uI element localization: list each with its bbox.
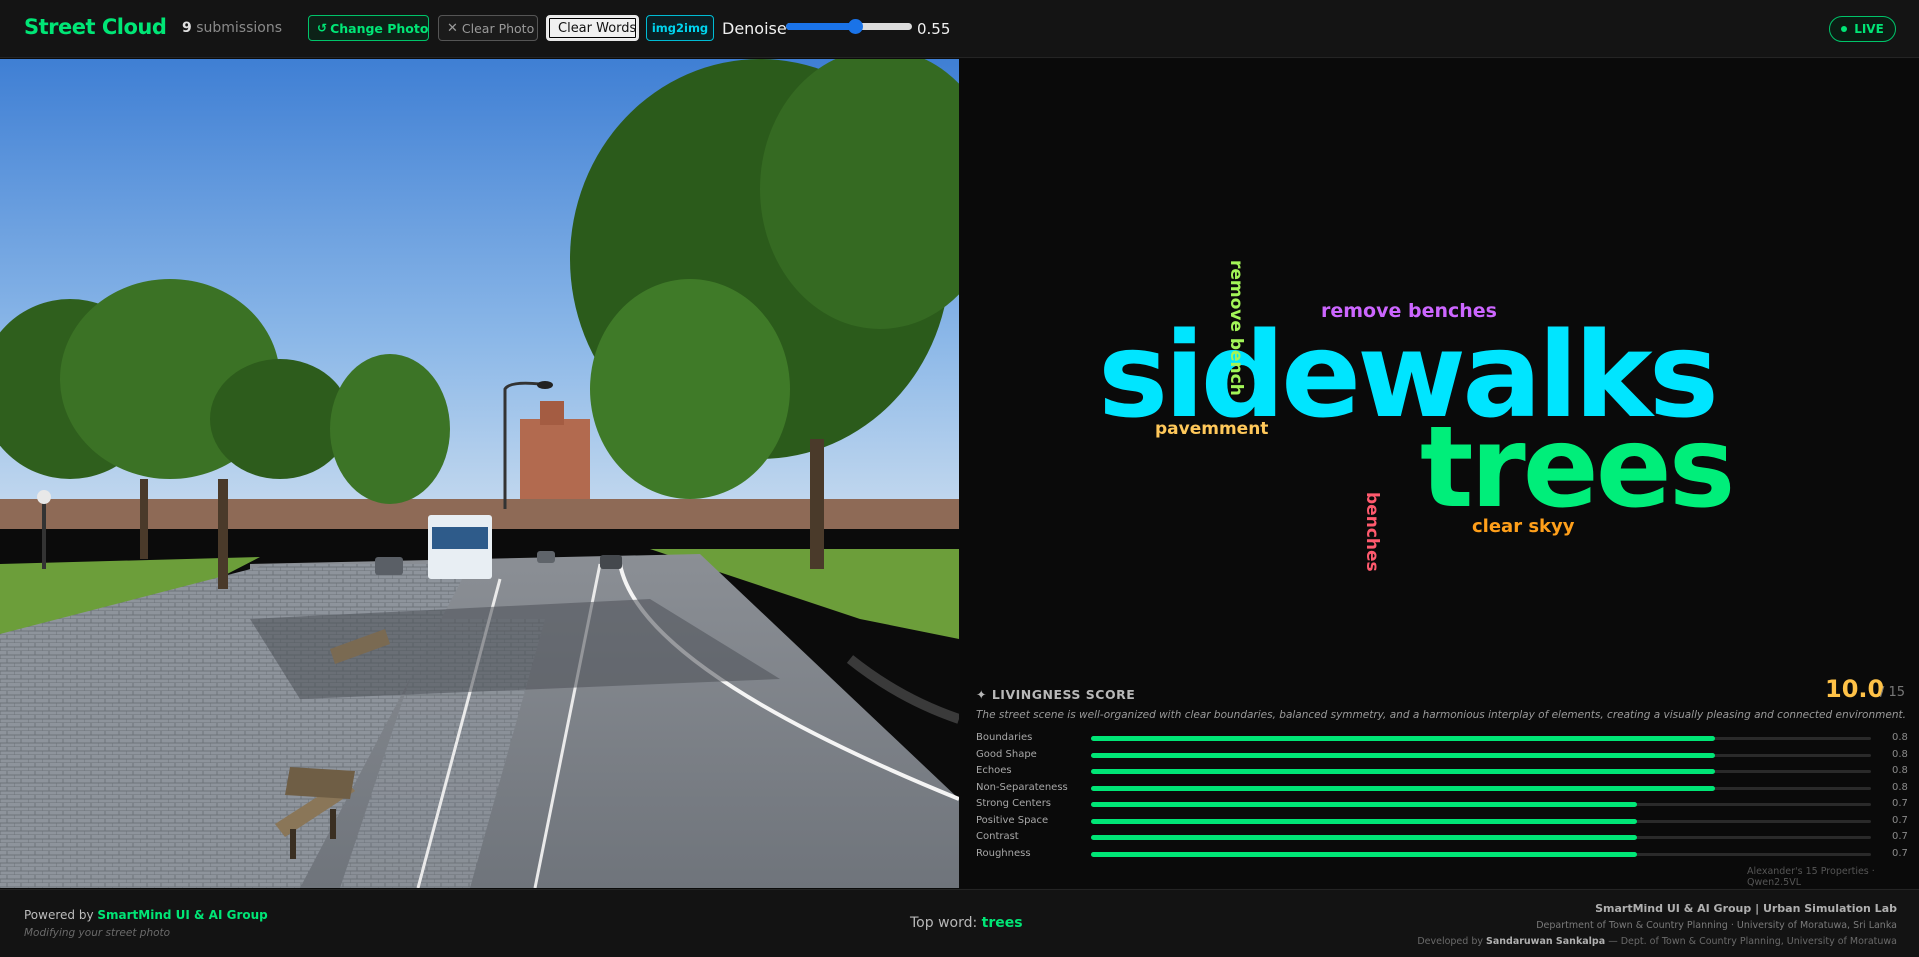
property-bar-track [1091, 752, 1871, 758]
score-max: / 15 [1880, 685, 1906, 700]
property-bar-fill [1091, 785, 1715, 791]
property-bar-fill [1091, 802, 1637, 807]
property-bar-track [1091, 851, 1871, 857]
property-bar-fill [1091, 752, 1715, 758]
clear-photo-label: Clear Photo [461, 20, 535, 36]
property-label: Boundaries [976, 732, 1033, 743]
clear-words-label: Clear Words [558, 20, 637, 36]
refresh-icon: ↺ [317, 21, 328, 35]
property-bar-fill [1091, 835, 1637, 840]
property-bar-track [1091, 835, 1871, 840]
top-word-prefix: Top word: [910, 915, 978, 931]
img2img-label: img2img [651, 21, 709, 35]
property-bar-fill [1091, 769, 1715, 774]
word-clear-skyy: clear skyy [1472, 516, 1575, 537]
property-value: 0.8 [1892, 781, 1908, 793]
property-row: Boundaries 0.8 [976, 732, 1908, 746]
live-label: LIVE [1854, 22, 1884, 36]
property-bar-track [1091, 769, 1871, 774]
property-label: Non-Separateness [976, 781, 1068, 793]
change-photo-button[interactable]: ↺ Change Photo [308, 15, 429, 41]
property-label: Good Shape [976, 748, 1037, 760]
submissions-label: submissions [196, 20, 282, 36]
score-title: ✦ LIVINGNESS SCORE [976, 687, 1136, 702]
footer-dev-name: Sandaruwan Sankalpa [1486, 936, 1606, 947]
submissions-count: 9 [182, 20, 192, 36]
property-label: Roughness [976, 847, 1031, 859]
submissions-counter: 9 submissions [182, 20, 282, 36]
change-photo-label: Change Photo [330, 20, 429, 36]
top-bar: Street Cloud 9 submissions ↺ Change Phot… [0, 0, 1919, 58]
word-trees: trees [1420, 403, 1735, 533]
property-value: 0.7 [1892, 798, 1908, 809]
property-value: 0.8 [1892, 732, 1908, 743]
property-bar-fill [1091, 851, 1637, 857]
property-row: Non-Separateness 0.8 [976, 782, 1908, 796]
top-word-value: trees [981, 915, 1023, 931]
denoise-slider[interactable] [786, 19, 912, 34]
property-label: Positive Space [976, 814, 1049, 826]
live-badge: LIVE [1829, 16, 1896, 42]
property-bar-fill [1091, 818, 1637, 824]
word-pavemment: pavemment [1155, 419, 1269, 439]
property-value: 0.8 [1892, 765, 1908, 776]
footer-dev-suffix: — Dept. of Town & Country Planning, Univ… [1608, 936, 1897, 947]
denoise-slider-thumb[interactable] [848, 19, 864, 34]
score-value: 10.0 [1825, 675, 1885, 703]
brand-logo: Street Cloud [24, 15, 167, 39]
footer-dev-prefix: Developed by [1417, 936, 1483, 947]
property-value: 0.7 [1892, 847, 1908, 859]
property-label: Strong Centers [976, 798, 1052, 809]
property-bar-track [1091, 736, 1871, 741]
live-dot-icon [1841, 26, 1848, 32]
denoise-slider-fill [786, 23, 856, 30]
score-description: The street scene is well-organized with … [976, 709, 1906, 721]
property-bar-track [1091, 802, 1871, 807]
powered-by: Powered by SmartMind UI & AI Group [24, 908, 268, 922]
denoise-value: 0.55 [917, 20, 951, 38]
property-row: Strong Centers 0.7 [976, 798, 1908, 812]
word-remove-bench: remove bench [1226, 260, 1246, 396]
property-row: Echoes 0.8 [976, 765, 1908, 779]
property-value: 0.7 [1892, 814, 1908, 826]
word-remove-benches: remove benches [1321, 300, 1497, 322]
property-row: Good Shape 0.8 [976, 749, 1908, 763]
property-label: Contrast [976, 831, 1019, 842]
property-value: 0.7 [1892, 831, 1908, 842]
status-text: Modifying your street photo [24, 927, 171, 939]
clear-words-button[interactable]: Clear Words [546, 15, 639, 41]
word-cloud-panel: sidewalks trees remove benches pavemment… [960, 59, 1919, 888]
word-benches: benches [1362, 492, 1382, 572]
img2img-toggle[interactable]: img2img [646, 15, 714, 41]
property-bar-fill [1091, 736, 1715, 741]
clear-photo-button[interactable]: ✕ Clear Photo [438, 15, 538, 41]
property-bar-track [1091, 818, 1871, 824]
denoise-label: Denoise [722, 19, 787, 38]
footer-dev-line: Developed by Sandaruwan Sankalpa — Dept.… [1417, 936, 1897, 947]
close-icon: ✕ [447, 20, 458, 36]
score-credit: Alexander's 15 Properties · Qwen2.5VL [1747, 866, 1875, 888]
top-word: Top word: trees [910, 915, 1023, 931]
property-row: Contrast 0.7 [976, 831, 1908, 845]
powered-name: SmartMind UI & AI Group [97, 908, 268, 922]
property-row: Positive Space 0.7 [976, 815, 1908, 829]
street-photo [0, 59, 959, 888]
property-label: Echoes [976, 765, 1012, 776]
property-bar-track [1091, 785, 1871, 791]
property-row: Roughness 0.7 [976, 848, 1908, 862]
powered-prefix: Powered by [24, 908, 94, 922]
footer-org-line: SmartMind UI & AI Group | Urban Simulati… [1595, 902, 1897, 915]
footer: Powered by SmartMind UI & AI Group Modif… [0, 889, 1919, 957]
property-value: 0.8 [1892, 748, 1908, 760]
footer-dept-line: Department of Town & Country Planning · … [1536, 920, 1897, 931]
